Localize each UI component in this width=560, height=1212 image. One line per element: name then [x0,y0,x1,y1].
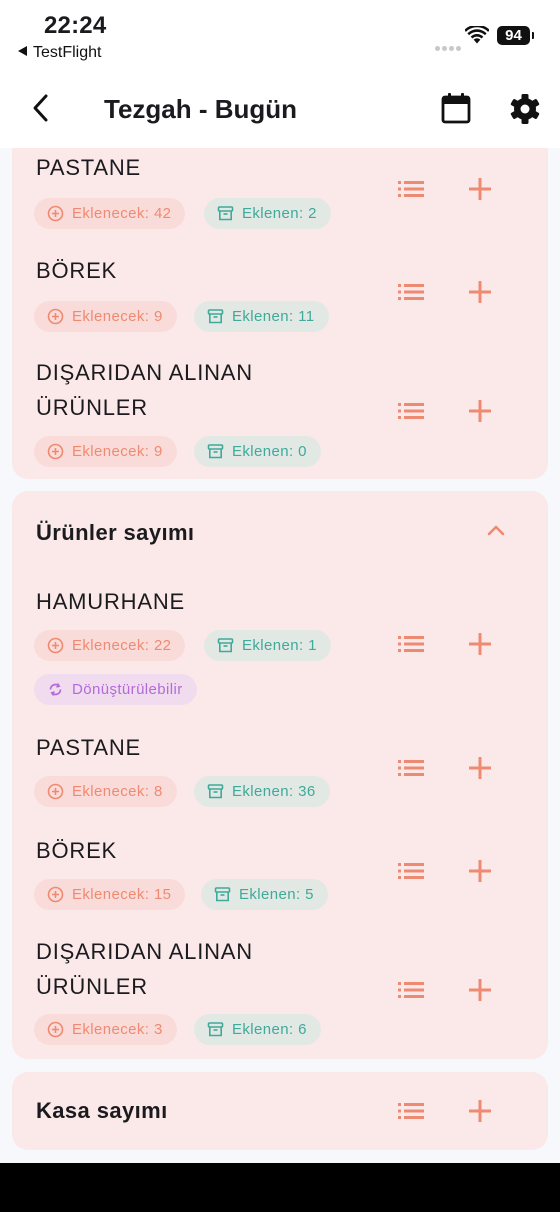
plus-icon [469,1100,491,1122]
plus-icon [469,979,491,1001]
plus-icon [469,633,491,655]
chip-eklenen: Eklenen: 2 [204,198,331,229]
content-scroll-area[interactable]: PASTANE Eklenecek: 42 Eklenen: 2 BÖREK E… [0,148,560,1163]
list-icon [398,863,424,879]
archive-icon [207,1022,224,1037]
add-button[interactable] [466,278,494,306]
list-button[interactable] [396,396,426,426]
chevron-up-icon [487,525,505,536]
archive-icon [217,206,234,221]
plus-circle-icon [47,1021,64,1038]
item-name: BÖREK [36,258,118,283]
archive-icon [207,309,224,324]
back-app-label: TestFlight [33,44,102,61]
back-to-testflight-link[interactable]: TestFlight [18,44,101,62]
calendar-button[interactable] [440,92,472,124]
item-name: HAMURHANE [36,589,185,614]
add-button[interactable] [466,857,494,885]
add-button[interactable] [466,397,494,425]
chip-eklenecek: Eklenecek: 3 [34,1014,177,1045]
archive-icon [214,887,231,902]
refresh-icon [49,683,62,696]
plus-icon [469,860,491,882]
item-name: PASTANE [36,155,142,180]
archive-icon [207,784,224,799]
settings-button[interactable] [508,92,542,126]
item-name: BÖREK [36,838,118,863]
plus-circle-icon [47,308,64,325]
add-button[interactable] [466,1097,494,1125]
plus-circle-icon [47,637,64,654]
status-bar: 22:24 TestFlight 94 [0,0,560,80]
chip-eklenecek: Eklenecek: 42 [34,198,186,229]
chip-eklenecek: Eklenecek: 8 [34,776,177,807]
chip-eklenen: Eklenen: 1 [204,630,331,661]
collapse-button[interactable] [484,519,508,543]
list-icon [398,284,424,300]
chip-eklenecek: Eklenecek: 9 [34,301,177,332]
list-icon [398,403,424,419]
section-title: Ürünler sayımı [36,520,195,545]
list-icon [398,1103,424,1119]
chip-eklenen: Eklenen: 36 [194,776,330,807]
list-icon [398,636,424,652]
plus-circle-icon [47,443,64,460]
gear-icon [510,94,540,124]
chip-eklenen: Eklenen: 6 [194,1014,321,1045]
list-button[interactable] [396,1096,426,1126]
arrow-back-icon [33,94,48,122]
section-title: Kasa sayımı [36,1098,168,1123]
chip-eklenecek: Eklenecek: 15 [34,879,186,910]
back-button[interactable] [26,92,58,124]
chip-donusturulebilir: Dönüştürülebilir [34,674,197,705]
list-icon [398,760,424,776]
card-kasa-sayimi[interactable]: Kasa sayımı [12,1072,548,1150]
plus-circle-icon [47,205,64,222]
plus-circle-icon [47,783,64,800]
plus-icon [469,178,491,200]
plus-icon [469,281,491,303]
page-title: Tezgah - Bugün [104,94,298,124]
list-icon [398,181,424,197]
back-triangle-icon [18,46,27,56]
list-icon [398,982,424,998]
list-button[interactable] [396,174,426,204]
item-name-line1: DIŞARIDAN ALINAN [36,939,253,964]
chip-eklenen: Eklenen: 0 [194,436,321,467]
add-button[interactable] [466,754,494,782]
item-name-line1: DIŞARIDAN ALINAN [36,360,253,385]
plus-icon [469,400,491,422]
add-button[interactable] [466,976,494,1004]
add-button[interactable] [466,175,494,203]
list-button[interactable] [396,856,426,886]
chip-eklenecek: Eklenecek: 22 [34,630,186,661]
home-indicator-area [0,1163,560,1212]
card-previous-section: PASTANE Eklenecek: 42 Eklenen: 2 BÖREK E… [12,148,548,479]
battery-icon: 94 [497,26,534,45]
archive-icon [217,638,234,653]
chip-eklenen: Eklenen: 11 [194,301,329,332]
list-button[interactable] [396,277,426,307]
list-button[interactable] [396,975,426,1005]
item-name-line2: ÜRÜNLER [36,395,148,420]
plus-icon [469,757,491,779]
chip-eklenen: Eklenen: 5 [201,879,328,910]
cellular-signal-icon [435,38,463,56]
wifi-icon [464,24,490,49]
chip-eklenecek: Eklenecek: 9 [34,436,177,467]
plus-circle-icon [47,886,64,903]
card-urunler-sayimi: Ürünler sayımı HAMURHANE Eklenecek: 22 E… [12,491,548,1059]
list-button[interactable] [396,629,426,659]
archive-icon [207,444,224,459]
calendar-icon [441,93,471,124]
item-name: PASTANE [36,735,142,760]
add-button[interactable] [466,630,494,658]
item-name-line2: ÜRÜNLER [36,974,148,999]
app-bar: Tezgah - Bugün [0,80,560,148]
list-button[interactable] [396,753,426,783]
status-time: 22:24 [44,12,107,39]
